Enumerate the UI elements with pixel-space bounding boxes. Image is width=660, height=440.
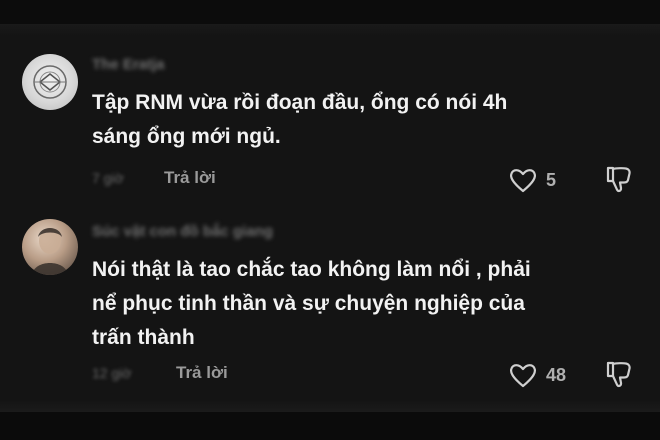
comment-username[interactable]: The Eratja	[92, 56, 165, 73]
like-count: 48	[546, 364, 567, 385]
dislike-button[interactable]	[604, 164, 634, 199]
heart-outline-icon	[510, 169, 536, 193]
avatar[interactable]	[22, 219, 78, 275]
avatar-logo-icon	[33, 65, 67, 99]
comment-timestamp: 7 giờ	[92, 170, 124, 186]
reply-button[interactable]: Trả lời	[164, 168, 216, 188]
top-bar-shadow	[0, 24, 660, 36]
comments-screen: The Eratja Tập RNM vừa rồi đoạn đầu, ổng…	[0, 0, 660, 440]
avatar-photo-icon	[32, 228, 68, 275]
dislike-button[interactable]	[604, 359, 634, 394]
reply-button[interactable]: Trả lời	[176, 363, 228, 383]
heart-outline-icon	[510, 364, 536, 388]
like-button[interactable]: 48	[508, 361, 566, 389]
thumbs-down-icon	[606, 361, 631, 388]
comment-text: Nói thật là tao chắc tao không làm nổi ,…	[92, 258, 531, 349]
comment-timestamp: 12 giờ	[92, 365, 132, 381]
like-button[interactable]: 5	[508, 166, 556, 194]
comment-text: Tập RNM vừa rồi đoạn đầu, ổng có nói 4h …	[92, 91, 508, 148]
thumbs-down-icon	[606, 166, 631, 193]
comment-username[interactable]: Súc vật con đồ bắc giang	[92, 223, 273, 240]
top-bar	[0, 0, 660, 24]
avatar[interactable]	[22, 54, 78, 110]
bottom-bar	[0, 412, 660, 440]
like-count: 5	[546, 169, 557, 190]
bottom-bar-shadow	[0, 400, 660, 412]
